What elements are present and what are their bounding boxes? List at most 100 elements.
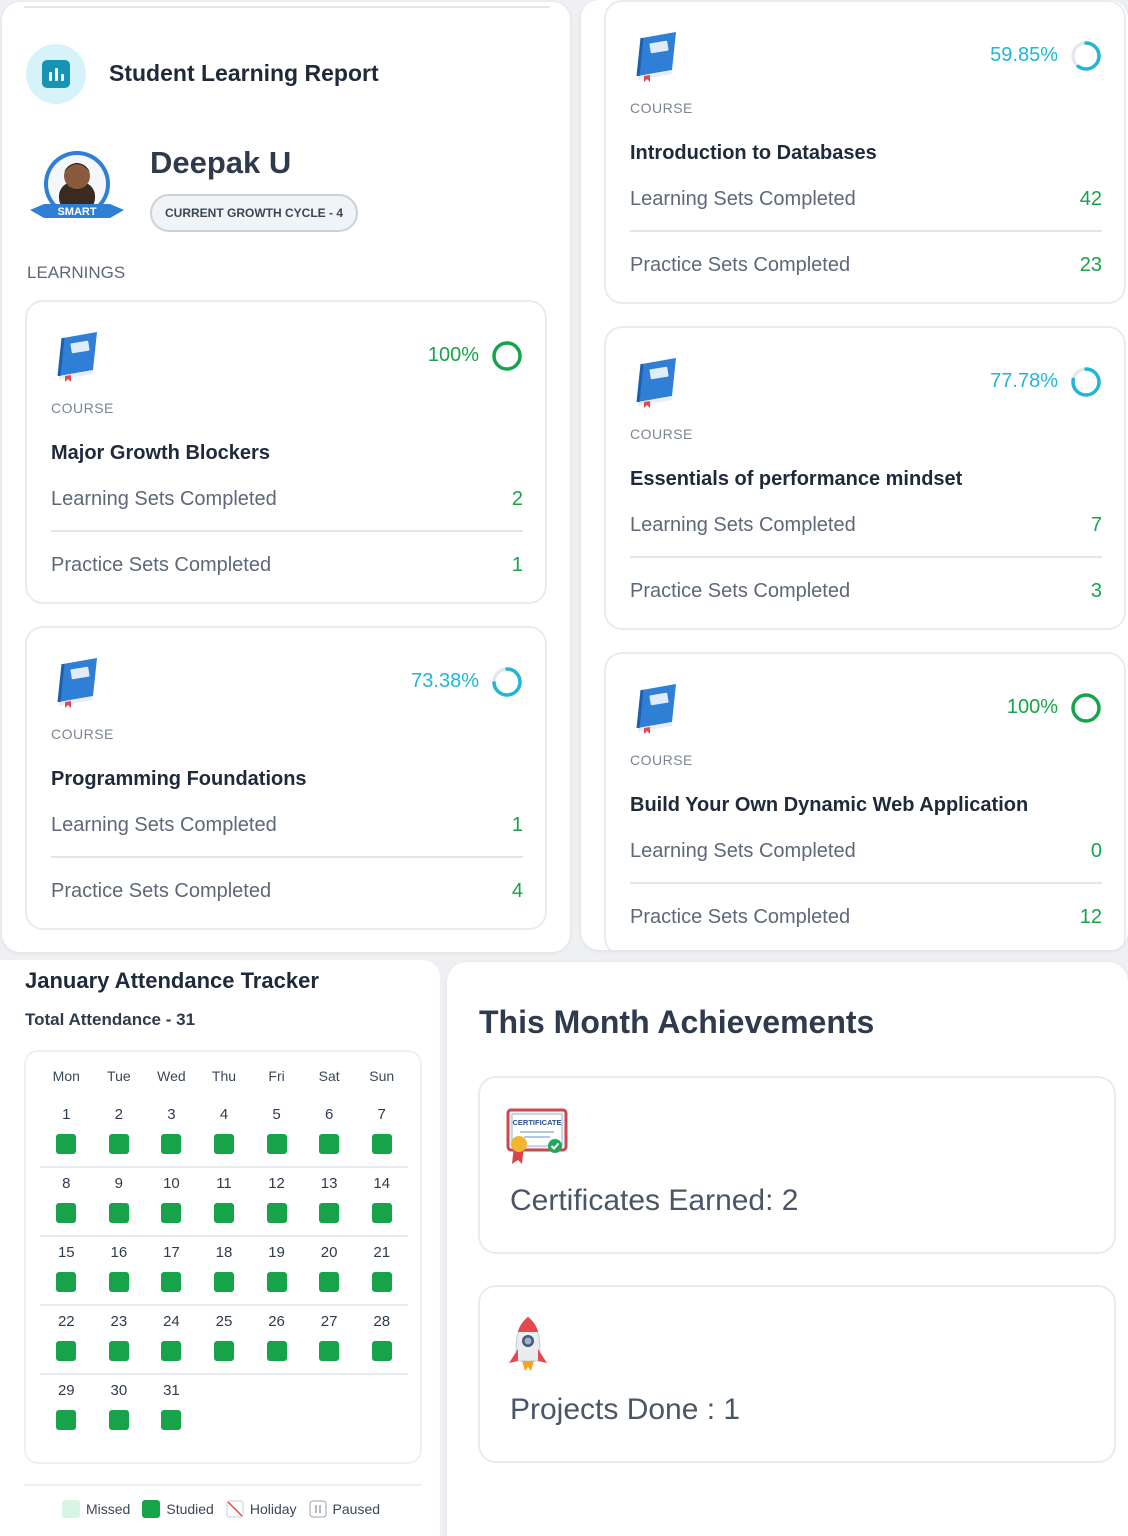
learning-sets-row: Learning Sets Completed 42 [630, 188, 1102, 211]
achievements-panel: This Month Achievements CERTIFICATE Cert… [447, 962, 1128, 1536]
course-card[interactable]: 100% COURSE Major Growth Blockers Learni… [25, 300, 547, 604]
week-divider [40, 1235, 408, 1237]
calendar-day[interactable]: 26 [250, 1309, 303, 1369]
calendar-day[interactable]: 24 [145, 1309, 198, 1369]
weekday-label: Tue [107, 1068, 131, 1084]
bar-chart-icon [26, 44, 86, 104]
practice-sets-label: Practice Sets Completed [51, 554, 272, 576]
calendar-day[interactable]: 15 [40, 1240, 93, 1300]
course-name: Essentials of performance mindset [630, 468, 963, 490]
calendar-day[interactable]: 11 [198, 1171, 251, 1231]
missed-swatch [62, 1500, 80, 1518]
paused-swatch-icon [309, 1500, 327, 1518]
calendar-day[interactable]: 9 [93, 1171, 146, 1231]
practice-sets-row: Practice Sets Completed 23 [630, 254, 1102, 277]
learning-sets-count: 7 [1090, 514, 1102, 536]
studied-marker [161, 1134, 182, 1154]
learnings-section-label: LEARNINGS [27, 263, 126, 282]
calendar-day[interactable]: 22 [40, 1309, 93, 1369]
avatar: SMART [30, 148, 124, 228]
calendar-day[interactable]: 7 [355, 1102, 408, 1162]
studied-marker [213, 1272, 234, 1292]
day-number: 15 [57, 1244, 75, 1261]
learning-sets-row: Learning Sets Completed 0 [630, 840, 1102, 863]
day-number: 4 [219, 1106, 229, 1123]
calendar-day[interactable]: 28 [355, 1309, 408, 1369]
practice-sets-row: Practice Sets Completed 4 [51, 880, 523, 903]
calendar-day[interactable]: 17 [145, 1240, 198, 1300]
course-card[interactable]: 59.85% COURSE Introduction to Databases … [604, 0, 1126, 304]
calendar-day[interactable]: 13 [303, 1171, 356, 1231]
day-number: 30 [110, 1382, 128, 1399]
studied-swatch [142, 1500, 161, 1518]
calendar-day[interactable]: 10 [145, 1171, 198, 1231]
svg-text:CERTIFICATE: CERTIFICATE [512, 1118, 561, 1127]
blue-book-icon [51, 330, 105, 382]
calendar-day[interactable]: 16 [93, 1240, 146, 1300]
calendar-day[interactable]: 30 [93, 1378, 146, 1438]
blue-book-icon [51, 656, 105, 708]
day-number: 2 [114, 1106, 124, 1123]
weekday-label: Sun [369, 1068, 395, 1084]
studied-marker [108, 1203, 129, 1223]
studied-marker [161, 1341, 182, 1361]
day-number: 17 [163, 1244, 180, 1261]
learning-sets-label: Learning Sets Completed [630, 840, 856, 862]
calendar-day[interactable]: 23 [93, 1309, 146, 1369]
studied-marker [266, 1272, 287, 1292]
calendar-day[interactable]: 2 [93, 1102, 146, 1162]
calendar-day[interactable]: 20 [303, 1240, 356, 1300]
calendar-day[interactable]: 18 [198, 1240, 251, 1300]
studied-marker [213, 1203, 234, 1223]
learning-sets-label: Learning Sets Completed [51, 488, 277, 510]
day-number: 14 [373, 1175, 391, 1192]
day-number: 13 [320, 1175, 338, 1192]
legend-missed: Missed [86, 1501, 131, 1517]
learning-sets-row: Learning Sets Completed 7 [630, 514, 1102, 537]
weekday-header: Mon Tue Wed Thu Fri Sat Sun [40, 1068, 408, 1084]
projects-done: Projects Done : 1 [510, 1393, 741, 1426]
progress-ring-icon [491, 666, 523, 698]
course-card[interactable]: 100% COURSE Build Your Own Dynamic Web A… [604, 652, 1126, 950]
course-percent: 100% [427, 344, 479, 366]
attendance-tracker-panel: January Attendance Tracker Total Attenda… [0, 960, 440, 1536]
course-card[interactable]: 77.78% COURSE Essentials of performance … [604, 326, 1126, 630]
studied-marker [56, 1134, 77, 1154]
day-number: 7 [377, 1106, 386, 1123]
calendar-day[interactable]: 6 [303, 1102, 356, 1162]
studied-marker [371, 1341, 392, 1361]
calendar-day[interactable]: 19 [250, 1240, 303, 1300]
calendar-day[interactable]: 3 [145, 1102, 198, 1162]
studied-marker [266, 1341, 287, 1361]
calendar-day[interactable]: 1 [40, 1102, 93, 1162]
calendar-day[interactable]: 4 [198, 1102, 251, 1162]
tracker-title: January Attendance Tracker [25, 968, 319, 993]
attendance-legend: Missed Studied Holiday Paused [62, 1500, 392, 1518]
calendar-day[interactable]: 31 [145, 1378, 198, 1438]
calendar-day[interactable]: 29 [40, 1378, 93, 1438]
week-divider [40, 1373, 408, 1375]
calendar-day[interactable]: 21 [355, 1240, 408, 1300]
calendar-day[interactable]: 14 [355, 1171, 408, 1231]
course-kind-label: COURSE [630, 100, 693, 116]
day-number: 5 [272, 1106, 281, 1123]
calendar-day[interactable]: 25 [198, 1309, 251, 1369]
calendar-day[interactable]: 8 [40, 1171, 93, 1231]
day-number: 6 [324, 1106, 334, 1123]
calendar-day[interactable]: 5 [250, 1102, 303, 1162]
studied-marker [266, 1203, 287, 1223]
studied-marker [371, 1203, 392, 1223]
legend-holiday: Holiday [249, 1501, 297, 1517]
practice-sets-label: Practice Sets Completed [630, 580, 851, 602]
calendar-day[interactable]: 12 [250, 1171, 303, 1231]
legend-studied: Studied [166, 1501, 214, 1517]
course-percent: 73.38% [411, 670, 479, 692]
course-card[interactable]: 73.38% COURSE Programming Foundations Le… [25, 626, 547, 930]
learning-sets-row: Learning Sets Completed 1 [51, 814, 523, 837]
weekday-label: Wed [157, 1068, 186, 1084]
day-number: 31 [163, 1382, 180, 1399]
day-number: 23 [110, 1313, 128, 1330]
day-number: 19 [268, 1244, 285, 1261]
calendar-day[interactable]: 27 [303, 1309, 356, 1369]
progress-ring-icon [1070, 692, 1102, 724]
